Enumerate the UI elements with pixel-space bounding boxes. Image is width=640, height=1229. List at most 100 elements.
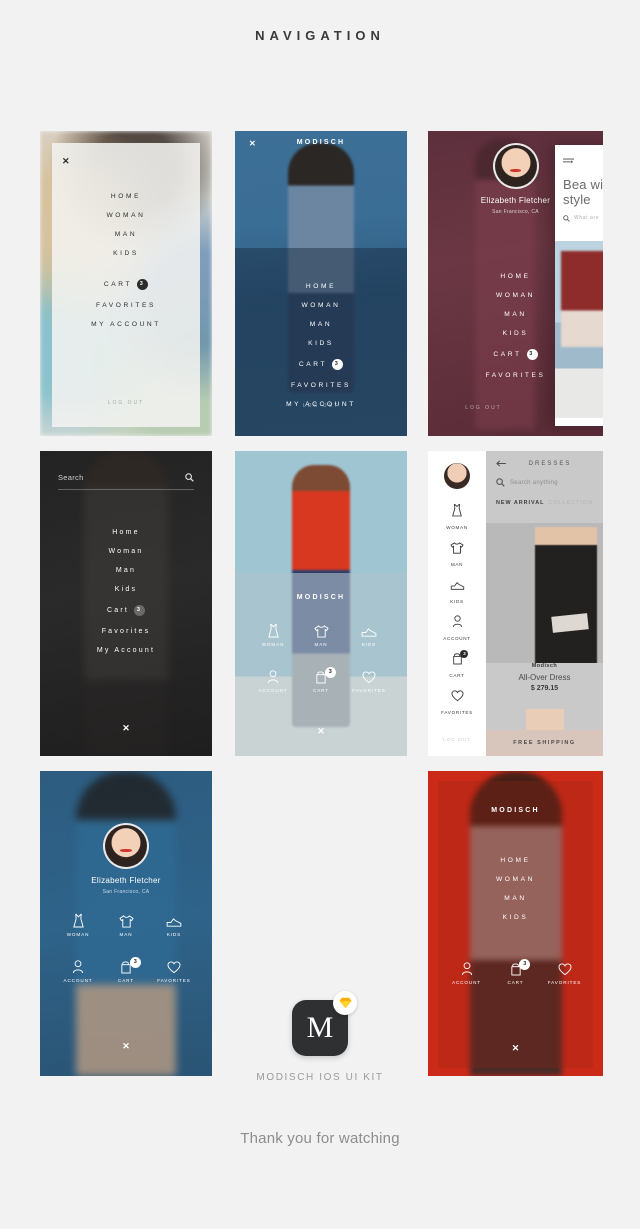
product-photo[interactable] — [486, 523, 603, 663]
icon-item-woman[interactable]: WOMAN — [249, 623, 297, 647]
nav-item-man[interactable]: MAN — [40, 231, 212, 238]
heart-icon — [541, 961, 589, 976]
close-icon: ✕ — [317, 726, 325, 736]
footer: M MODISCH IOS UI KIT — [0, 991, 640, 1083]
logout-button[interactable]: LOG OUT — [108, 400, 145, 406]
thank-you-text: Thank you for watching — [240, 1130, 400, 1147]
avatar — [492, 143, 539, 189]
nav-item-favorites[interactable]: FAVORITES — [40, 302, 212, 309]
icon-item-cart[interactable]: 3 CART — [102, 957, 150, 983]
nav-item-home[interactable]: HOME — [40, 193, 212, 200]
icon-item-favorites[interactable]: FAVORITES — [150, 959, 198, 983]
search-icon — [496, 478, 505, 487]
nav-item-kids[interactable]: Kids — [40, 586, 212, 593]
drawer-item-favorites[interactable]: FAVORITES — [428, 689, 486, 715]
sketch-badge — [333, 991, 357, 1015]
nav-item-my-account[interactable]: My Account — [40, 647, 212, 654]
arrow-left-icon[interactable] — [496, 460, 507, 467]
drawer-item-label: MAN — [450, 562, 464, 567]
nav-item-favorites[interactable]: Favorites — [40, 628, 212, 635]
close-icon[interactable]: ✕ — [62, 156, 70, 167]
icon-item-favorites[interactable]: FAVORITES — [541, 961, 589, 985]
screen-blue-model-menu: ✕ MODISCH HOME WOMAN MAN KIDS CART 3 FAV… — [235, 131, 407, 436]
drawer-item-label: FAVORITES — [441, 710, 473, 715]
nav-item-woman[interactable]: WOMAN — [235, 302, 407, 309]
search-input[interactable]: Search — [58, 473, 194, 490]
cart-badge: 3 — [332, 359, 344, 370]
tab-new-arrival[interactable]: NEW ARRIVAL — [496, 500, 544, 506]
nav-menu: Home Woman Man Kids Cart 3 Favorites My … — [40, 529, 212, 666]
icon-label: ACCOUNT — [451, 980, 481, 985]
tshirt-icon — [102, 913, 150, 928]
close-button[interactable]: ✕ — [235, 721, 407, 739]
nav-item-woman[interactable]: WOMAN — [428, 876, 603, 883]
icon-item-account[interactable]: ACCOUNT — [249, 669, 297, 693]
nav-item-cart[interactable]: Cart 3 — [40, 605, 212, 616]
drawer-item-account[interactable]: ACCOUNT — [428, 615, 486, 641]
nav-item-man[interactable]: MAN — [235, 321, 407, 328]
drawer-item-man[interactable]: MAN — [428, 541, 486, 567]
drawer-item-label: CART — [449, 673, 465, 678]
avatar[interactable] — [444, 463, 470, 489]
icon-item-man[interactable]: MAN — [297, 623, 345, 647]
icon-item-kids[interactable]: KIDS — [345, 623, 393, 647]
bag-icon — [102, 959, 150, 974]
app-icon: M — [292, 991, 357, 1056]
nav-item-man[interactable]: MAN — [428, 895, 603, 902]
drawer-items: WOMAN MAN KIDS ACCOUNT 3 CART FAVORITES — [428, 503, 486, 715]
icon-item-cart[interactable]: 3 CART — [297, 667, 345, 693]
icon-item-cart[interactable]: 3 CART — [492, 959, 540, 985]
sneaker-icon — [345, 623, 393, 638]
bag-icon — [297, 669, 345, 684]
tab-collection[interactable]: COLLECTION — [549, 500, 593, 506]
cart-badge: 3 — [526, 349, 538, 360]
product-name: All-Over Dress — [518, 673, 571, 682]
nav-item-cart[interactable]: CART 3 — [40, 279, 212, 290]
nav-item-kids[interactable]: KIDS — [235, 340, 407, 347]
nav-item-woman[interactable]: WOMAN — [40, 212, 212, 219]
nav-item-cart[interactable]: CART 3 — [235, 359, 407, 370]
nav-item-home[interactable]: HOME — [428, 857, 603, 864]
icon-item-man[interactable]: MAN — [102, 913, 150, 937]
icon-item-woman[interactable]: WOMAN — [54, 913, 102, 937]
nav-item-favorites[interactable]: FAVORITES — [235, 382, 407, 389]
screen-light-overlay-menu: ✕ HOME WOMAN MAN KIDS CART 3 FAVORITES M… — [40, 131, 212, 436]
icon-item-account[interactable]: ACCOUNT — [443, 961, 491, 985]
nav-item-cart-label: CART — [493, 351, 522, 358]
nav-item-woman[interactable]: Woman — [40, 548, 212, 555]
tshirt-icon — [450, 542, 464, 554]
nav-item-kids[interactable]: KIDS — [428, 914, 603, 921]
search-input[interactable]: Search anything — [496, 478, 593, 487]
screen-maroon-profile-menu: Elizabeth Fletcher San Francisco, CA HOM… — [428, 131, 603, 436]
icon-item-favorites[interactable]: FAVORITES — [345, 669, 393, 693]
logout-button[interactable]: LOG OUT — [428, 737, 486, 742]
user-icon — [452, 615, 462, 628]
search-icon[interactable] — [185, 473, 194, 482]
logout-button[interactable]: LOG OUT — [303, 403, 340, 409]
screen-dark-search-menu: Search Home Woman Man Kids Cart 3 Favori… — [40, 451, 212, 756]
preview-card-title: Bea with style — [563, 177, 603, 208]
nav-item-man[interactable]: Man — [40, 567, 212, 574]
avatar — [103, 823, 149, 869]
menu-divider-space — [40, 269, 212, 279]
nav-item-home[interactable]: Home — [40, 529, 212, 536]
hamburger-icon[interactable] — [563, 158, 574, 166]
logout-button[interactable]: LOG OUT — [465, 405, 502, 411]
drawer-item-woman[interactable]: WOMAN — [428, 503, 486, 530]
preview-card-search[interactable]: What are — [563, 214, 603, 222]
close-icon[interactable]: ✕ — [249, 139, 256, 148]
nav-item-kids[interactable]: KIDS — [40, 250, 212, 257]
nav-item-home[interactable]: HOME — [235, 283, 407, 290]
drawer-item-kids[interactable]: KIDS — [428, 578, 486, 604]
icon-item-account[interactable]: ACCOUNT — [54, 959, 102, 983]
content-pane: DRESSES Search anything NEW ARRIVAL COLL… — [486, 451, 603, 756]
nav-item-my-account[interactable]: MY ACCOUNT — [40, 321, 212, 328]
dress-icon — [249, 623, 297, 638]
shipping-banner: FREE SHIPPING — [486, 730, 603, 756]
icon-label: WOMAN — [66, 932, 90, 937]
icon-item-kids[interactable]: KIDS — [150, 913, 198, 937]
cart-badge: 3 — [324, 667, 336, 678]
app-icon-letter: M — [306, 1011, 334, 1044]
close-button[interactable]: ✕ — [40, 718, 212, 736]
drawer-item-cart[interactable]: 3 CART — [428, 650, 486, 678]
